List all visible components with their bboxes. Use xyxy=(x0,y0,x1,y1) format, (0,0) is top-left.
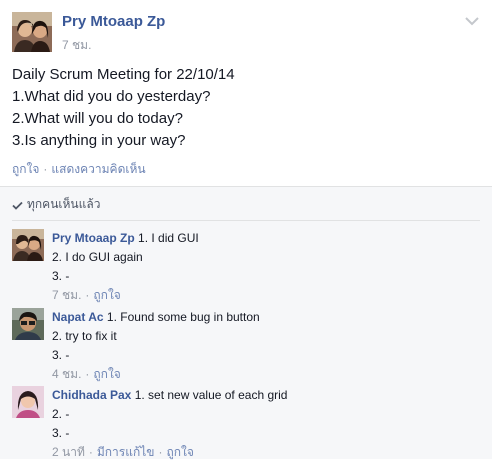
action-separator: · xyxy=(43,162,48,176)
meta-separator: · xyxy=(158,445,163,459)
comment-line: 1. Found some bug in button xyxy=(106,310,260,324)
commenter-avatar[interactable] xyxy=(12,229,44,261)
comment-like-link[interactable]: ถูกใจ xyxy=(93,367,120,381)
meta-separator: · xyxy=(85,367,90,381)
post-line-question-1: 1.What did you do yesterday? xyxy=(12,88,211,105)
comment-like-link[interactable]: ถูกใจ xyxy=(93,288,120,302)
comment-like-link[interactable]: ถูกใจ xyxy=(166,445,193,459)
comment-body: Pry Mtoaap Zp 1. I did GUI 2. I do GUI a… xyxy=(52,229,199,305)
post-timestamp[interactable]: 7 ชม. xyxy=(62,36,91,55)
comment-body: Napat Ac 1. Found some bug in button 2. … xyxy=(52,308,260,384)
comment-line: 3. - xyxy=(52,348,70,362)
commenter-name[interactable]: Napat Ac xyxy=(52,310,104,324)
comment-line: 1. I did GUI xyxy=(138,231,199,245)
post-actions: ถูกใจ · แสดงความคิดเห็น xyxy=(12,160,146,179)
comment-line: 2. I do GUI again xyxy=(52,250,143,264)
seen-by-everyone[interactable]: ทุกคนเห็นแล้ว xyxy=(12,195,100,214)
comment-edited-link[interactable]: มีการแก้ไข xyxy=(97,445,155,459)
seen-label: ทุกคนเห็นแล้ว xyxy=(27,197,101,211)
chevron-down-icon[interactable] xyxy=(464,14,480,28)
author-avatar[interactable] xyxy=(12,12,52,52)
like-link[interactable]: ถูกใจ xyxy=(12,162,39,176)
post-line-question-2: 2.What will you do today? xyxy=(12,110,183,127)
meta-separator: · xyxy=(88,445,93,459)
post-line-title: Daily Scrum Meeting for 22/10/14 xyxy=(12,66,235,83)
commenter-avatar[interactable] xyxy=(12,386,44,418)
comment-line: 3. - xyxy=(52,426,70,440)
post-author-name[interactable]: Pry Mtoaap Zp xyxy=(62,13,165,30)
comment-timestamp[interactable]: 4 ชม. xyxy=(52,367,81,381)
feedback-panel: ทุกคนเห็นแล้ว Pry Mtoaap Zp 1. I did GUI… xyxy=(0,186,492,459)
comment-timestamp[interactable]: 2 นาที xyxy=(52,445,85,459)
comment-line: 2. - xyxy=(52,407,70,421)
checkmark-icon xyxy=(12,197,27,211)
commenter-name[interactable]: Pry Mtoaap Zp xyxy=(52,231,135,245)
comment-line: 3. - xyxy=(52,269,70,283)
post-message: Daily Scrum Meeting for 22/10/14 1.What … xyxy=(12,64,480,152)
post-header: Pry Mtoaap Zp 7 ชม. xyxy=(12,12,480,54)
comment-link[interactable]: แสดงความคิดเห็น xyxy=(51,162,145,176)
comment-body: Chidhada Pax 1. set new value of each gr… xyxy=(52,386,287,462)
post-line-question-3: 3.Is anything in your way? xyxy=(12,132,186,149)
commenter-name[interactable]: Chidhada Pax xyxy=(52,388,131,402)
comment-line: 2. try to fix it xyxy=(52,329,117,343)
commenter-avatar[interactable] xyxy=(12,308,44,340)
comment-timestamp[interactable]: 7 ชม. xyxy=(52,288,81,302)
meta-separator: · xyxy=(85,288,90,302)
divider xyxy=(12,220,480,221)
comment-line: 1. set new value of each grid xyxy=(134,388,288,402)
